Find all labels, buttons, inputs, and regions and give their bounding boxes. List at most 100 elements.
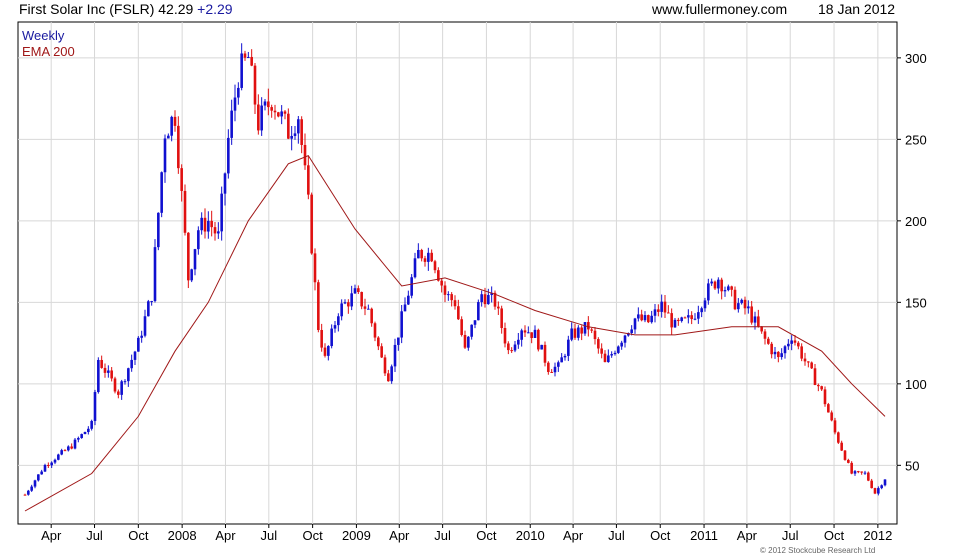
legend-ema-200: EMA 200 — [22, 44, 75, 59]
candle-body — [300, 119, 303, 145]
candle-body — [853, 471, 857, 474]
x-tick-label: Jul — [434, 528, 451, 543]
candle-body — [367, 308, 370, 310]
candle-body — [783, 346, 787, 354]
candle-body — [473, 320, 477, 325]
candle-body — [183, 190, 187, 233]
candle-body — [153, 247, 157, 302]
candle-body — [273, 110, 277, 113]
candle-body — [657, 309, 660, 312]
candle-body — [60, 450, 63, 455]
candle-body — [323, 347, 327, 356]
candle-body — [530, 332, 533, 338]
candle-body — [333, 325, 337, 329]
candle-body — [450, 294, 453, 301]
candle-body — [167, 135, 170, 139]
candle-body — [617, 346, 620, 353]
candle-body — [710, 281, 713, 284]
x-tick-label: Jul — [608, 528, 625, 543]
candle-body — [363, 306, 367, 309]
candle-body — [447, 294, 450, 296]
x-axis-ticks: Apr Jul Oct 2008 Apr Jul Oct 2009 Apr Jul Oct 2010 A… — [41, 524, 892, 543]
candle-body — [883, 479, 887, 486]
candle-body — [693, 318, 697, 320]
candle-body — [550, 371, 553, 373]
candle-body — [413, 258, 417, 278]
candle-body — [160, 172, 163, 213]
candle-body — [647, 315, 650, 323]
candle-body — [127, 368, 130, 382]
candle-body — [560, 357, 563, 363]
candle-body — [267, 101, 270, 108]
candle-body — [107, 370, 110, 373]
candle-body — [510, 350, 513, 352]
candle-body — [603, 353, 607, 363]
candle-body — [337, 316, 340, 326]
candle-body — [720, 279, 723, 292]
candle-body — [863, 472, 867, 474]
candle-body — [833, 420, 837, 433]
candle-body — [827, 404, 830, 413]
candle-body — [797, 342, 800, 347]
candle-body — [590, 329, 593, 331]
candle-body — [527, 332, 530, 334]
candle-body — [57, 454, 60, 460]
candle-body — [543, 344, 547, 363]
x-tick-label: Oct — [128, 528, 149, 543]
candle-body — [170, 116, 173, 136]
candle-body — [787, 343, 790, 347]
candle-body — [347, 302, 350, 307]
candle-body — [643, 315, 647, 321]
candle-body — [867, 472, 870, 481]
candle-body — [293, 133, 297, 136]
candle-body — [130, 359, 133, 369]
y-tick-label: 50 — [905, 458, 919, 473]
x-tick-label: 2008 — [168, 528, 197, 543]
candlestick-chart: Apr Jul Oct 2008 Apr Jul Oct 2009 Apr Jul Oct 2010 A… — [17, 21, 927, 543]
candle-body — [63, 450, 67, 452]
candle-body — [830, 412, 833, 421]
candle-body — [487, 295, 490, 305]
candle-body — [90, 420, 93, 429]
candle-body — [757, 316, 760, 327]
candle-body — [403, 304, 407, 312]
x-tick-label: 2010 — [516, 528, 545, 543]
candle-body — [577, 327, 580, 338]
candle-body — [667, 312, 670, 314]
candle-body — [513, 344, 517, 351]
x-tick-label: Oct — [476, 528, 497, 543]
candle-body — [840, 442, 843, 451]
candle-body — [743, 299, 747, 309]
candle-body — [43, 465, 47, 472]
candle-body — [480, 294, 483, 303]
candle-body — [663, 301, 667, 313]
candle-body — [190, 269, 193, 281]
candle-body — [467, 336, 470, 348]
x-tick-label: Oct — [303, 528, 324, 543]
candle-body — [23, 494, 27, 496]
candle-body — [660, 301, 663, 312]
candle-body — [103, 367, 107, 373]
candle-body — [290, 135, 293, 139]
candle-body — [717, 279, 720, 289]
candle-body — [500, 308, 503, 329]
candle-body — [697, 312, 700, 319]
candle-body — [210, 220, 213, 228]
candle-body — [730, 286, 733, 290]
x-tick-label: Apr — [563, 528, 584, 543]
candle-body — [117, 391, 120, 395]
candle-body — [283, 111, 287, 114]
candle-body — [817, 385, 820, 387]
candle-body — [143, 316, 147, 336]
candle-body — [457, 306, 460, 320]
candle-body — [653, 309, 657, 316]
candle-body — [393, 344, 397, 367]
candle-body — [70, 446, 73, 449]
candle-body — [737, 303, 740, 310]
copyright-notice: © 2012 Stockcube Research Ltd — [760, 546, 876, 555]
candle-body — [780, 353, 783, 358]
y-tick-label: 200 — [905, 214, 927, 229]
x-tick-label: Oct — [650, 528, 671, 543]
candle-body — [207, 220, 210, 232]
x-tick-label: Apr — [737, 528, 758, 543]
